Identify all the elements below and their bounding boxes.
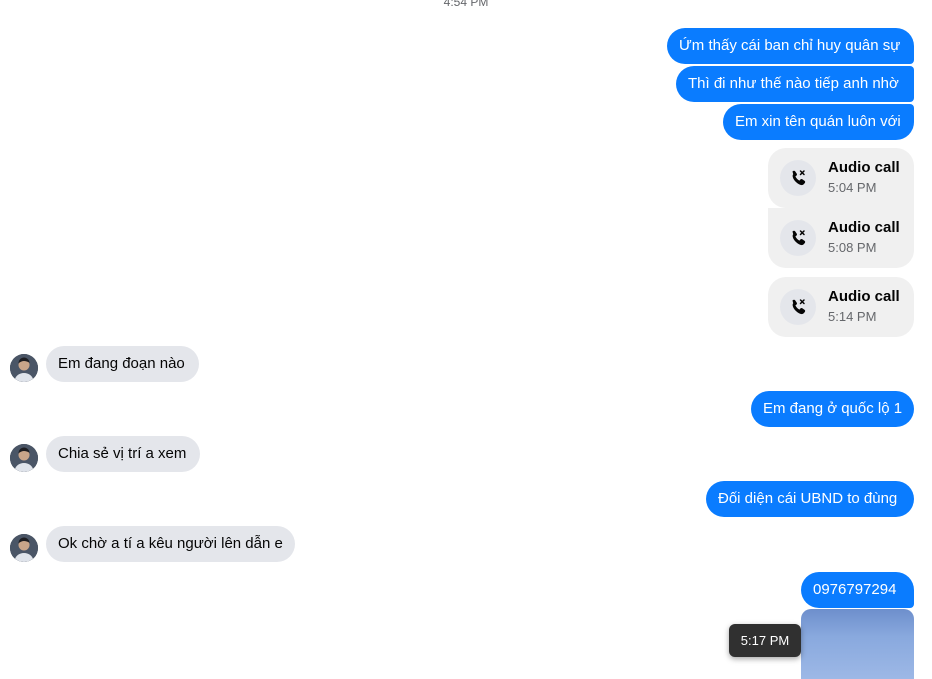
call-title: Audio call (828, 288, 900, 305)
outgoing-message[interactable]: Em đang ở quốc lộ 1 (751, 391, 914, 427)
avatar[interactable] (10, 444, 38, 472)
outgoing-message[interactable]: Em xin tên quán luôn với (723, 104, 914, 140)
outgoing-message[interactable]: Thì đi như thế nào tiếp anh nhờ (676, 66, 914, 102)
incoming-message[interactable]: Chia sẻ vị trí a xem (46, 436, 200, 472)
incoming-message[interactable]: Ok chờ a tí a kêu người lên dẫn e (46, 526, 295, 562)
call-time: 5:08 PM (828, 240, 877, 255)
timestamp-tooltip: 5:17 PM (729, 624, 801, 657)
conversation-timestamp: 4:54 PM (443, 0, 489, 9)
outgoing-message[interactable]: Đối diện cái UBND to đùng (706, 481, 914, 517)
photo-attachment[interactable] (801, 609, 914, 679)
missed-call-icon (780, 289, 816, 325)
call-time: 5:04 PM (828, 180, 877, 195)
avatar[interactable] (10, 534, 38, 562)
missed-call-icon (780, 220, 816, 256)
call-time: 5:14 PM (828, 309, 877, 324)
outgoing-message[interactable]: Ứm thấy cái ban chỉ huy quân sự (667, 28, 914, 64)
audio-call-card[interactable]: Audio call 5:04 PM (768, 148, 914, 208)
avatar[interactable] (10, 354, 38, 382)
outgoing-message[interactable]: 0976797294 (801, 572, 914, 608)
incoming-message[interactable]: Em đang đoạn nào (46, 346, 199, 382)
audio-call-card[interactable]: Audio call 5:08 PM (768, 208, 914, 268)
call-title: Audio call (828, 219, 900, 236)
audio-call-card[interactable]: Audio call 5:14 PM (768, 277, 914, 337)
call-title: Audio call (828, 159, 900, 176)
missed-call-icon (780, 160, 816, 196)
